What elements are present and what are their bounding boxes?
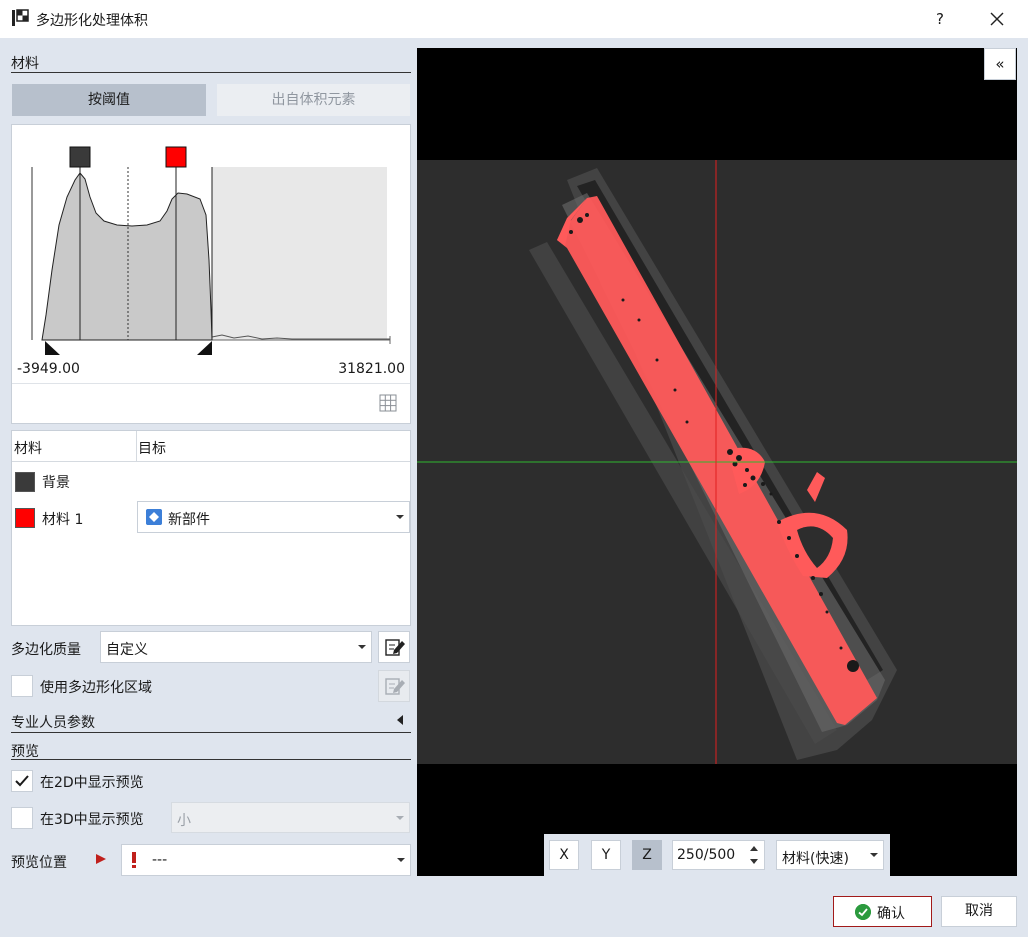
show3d-size-value: 小: [177, 813, 191, 829]
edit-icon: [385, 678, 405, 695]
help-button[interactable]: ?: [929, 8, 951, 30]
region-label: 使用多边形化区域: [40, 680, 152, 696]
quality-dropdown[interactable]: 自定义: [100, 631, 372, 663]
material-threshold-handle[interactable]: [165, 146, 187, 168]
chevron-down-icon: [396, 816, 404, 820]
title-bar: 多边形化处理体积 ?: [0, 0, 1028, 38]
edit-quality-button[interactable]: [378, 631, 410, 663]
show3d-size-dropdown[interactable]: 小: [171, 802, 410, 833]
quality-value: 自定义: [106, 642, 148, 658]
play-icon: [96, 854, 106, 864]
chevron-down-icon: [396, 515, 404, 519]
edit-region-button[interactable]: [378, 670, 410, 702]
divider: [11, 759, 411, 760]
warning-icon: [132, 852, 136, 868]
divider: [136, 431, 137, 462]
histogram-chart[interactable]: [12, 125, 410, 383]
chevron-down-icon: [358, 645, 366, 649]
material-color-swatch[interactable]: [15, 508, 35, 528]
spin-down-icon[interactable]: [750, 859, 758, 864]
ok-label: 确认: [877, 906, 905, 922]
quality-label: 多边化质量: [11, 642, 81, 658]
column-header-material: 材料: [14, 441, 42, 457]
target-dropdown[interactable]: 新部件: [137, 501, 410, 533]
target-value: 新部件: [168, 512, 210, 528]
ct-slice-image[interactable]: [417, 160, 1017, 764]
show3d-label: 在3D中显示预览: [40, 812, 144, 828]
table-header: 材料 目标: [12, 431, 410, 462]
chevron-down-icon: [870, 853, 878, 857]
render-mode-value: 材料(快速): [782, 851, 849, 867]
edit-icon: [385, 639, 405, 656]
histogram-panel: -3949.00 31821.00: [11, 124, 411, 424]
axis-x-button[interactable]: X: [549, 840, 579, 870]
show2d-label: 在2D中显示预览: [40, 775, 144, 791]
tab-threshold[interactable]: 按阈值: [12, 84, 206, 116]
divider: [12, 383, 410, 384]
slice-value: 250/500: [677, 847, 736, 863]
histogram-max-label: 31821.00: [338, 361, 405, 377]
tab-from-volume[interactable]: 出自体积元素: [217, 84, 410, 116]
checkmark-icon: [15, 775, 29, 787]
materials-section-title: 材料: [11, 56, 39, 72]
ok-button[interactable]: 确认: [833, 896, 932, 927]
preview-position-value: ---: [152, 852, 168, 868]
background-threshold-handle[interactable]: [69, 146, 91, 168]
range-min-handle[interactable]: [45, 341, 60, 355]
material-color-swatch[interactable]: [15, 472, 35, 492]
show3d-checkbox[interactable]: [11, 807, 33, 829]
range-max-handle[interactable]: [197, 341, 212, 355]
histogram-outside-range: [212, 167, 387, 340]
viewer-toolbar: X Y Z 250/500 材料(快速): [544, 834, 890, 876]
expert-section-title[interactable]: 专业人员参数: [11, 712, 95, 732]
slice-stepper[interactable]: 250/500: [672, 840, 765, 870]
slice-viewer[interactable]: «: [417, 48, 1017, 876]
histogram-curve: [41, 172, 213, 341]
preview-section-title: 预览: [11, 744, 39, 760]
material-table: 材料 目标 背景 材料 1 新部件: [11, 430, 411, 626]
expand-left-icon[interactable]: [395, 714, 405, 726]
axis-y-button[interactable]: Y: [591, 840, 621, 870]
part-icon: [146, 509, 162, 525]
render-mode-dropdown[interactable]: 材料(快速): [776, 840, 884, 870]
spin-up-icon[interactable]: [750, 846, 758, 851]
close-icon[interactable]: [986, 8, 1008, 30]
preview-position-dropdown[interactable]: ---: [121, 844, 411, 876]
collapse-panel-button[interactable]: «: [984, 48, 1016, 80]
cancel-button[interactable]: 取消: [941, 896, 1017, 927]
dialog-body: 材料 按阈值 出自体积元素 -3949.00 31821.00 材料 目标 背景…: [0, 38, 1028, 937]
histogram-min-label: -3949.00: [17, 361, 80, 377]
app-icon: [12, 9, 29, 26]
divider: [11, 732, 411, 733]
column-header-target: 目标: [138, 441, 166, 457]
axis-z-button[interactable]: Z: [632, 840, 662, 870]
chevron-down-icon: [397, 858, 405, 862]
region-checkbox[interactable]: [11, 675, 33, 697]
divider: [11, 72, 411, 73]
material-name: 材料 1: [42, 512, 84, 528]
window-title: 多边形化处理体积: [36, 13, 148, 29]
show2d-checkbox[interactable]: [11, 770, 33, 792]
check-circle-icon: [855, 904, 871, 920]
material-name: 背景: [42, 475, 70, 491]
grid-icon[interactable]: [377, 392, 399, 414]
preview-position-label: 预览位置: [11, 855, 67, 871]
